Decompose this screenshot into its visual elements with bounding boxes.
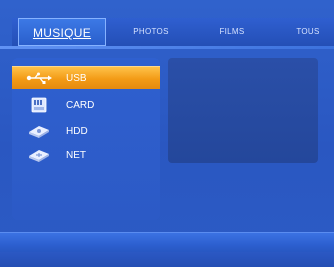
source-item-net[interactable]: NET: [12, 144, 160, 166]
tab-divider: [0, 46, 334, 49]
tab-bar: MUSIQUE PHOTOS FILMS TOUS: [12, 18, 334, 46]
network-icon: [24, 146, 54, 164]
app-window: MUSIQUE PHOTOS FILMS TOUS USB CARD HDD N…: [0, 0, 334, 267]
source-item-label: NET: [66, 149, 86, 161]
footer-bar: [0, 232, 334, 253]
source-list-panel: USB CARD HDD NET: [12, 58, 160, 220]
tab-musique[interactable]: MUSIQUE: [18, 18, 106, 46]
preview-panel: [168, 58, 318, 163]
tab-photos[interactable]: PHOTOS: [120, 18, 182, 46]
source-item-usb[interactable]: USB: [12, 66, 160, 89]
source-item-label: HDD: [66, 125, 88, 137]
source-item-label: USB: [66, 72, 87, 84]
memory-card-icon: [24, 96, 54, 114]
tab-tous[interactable]: TOUS: [282, 18, 334, 46]
footer-base: [0, 252, 334, 267]
usb-icon: [24, 69, 54, 87]
tab-films[interactable]: FILMS: [208, 18, 256, 46]
source-item-card[interactable]: CARD: [12, 94, 160, 116]
hard-drive-icon: [24, 122, 54, 140]
source-item-label: CARD: [66, 99, 95, 111]
source-item-hdd[interactable]: HDD: [12, 120, 160, 142]
